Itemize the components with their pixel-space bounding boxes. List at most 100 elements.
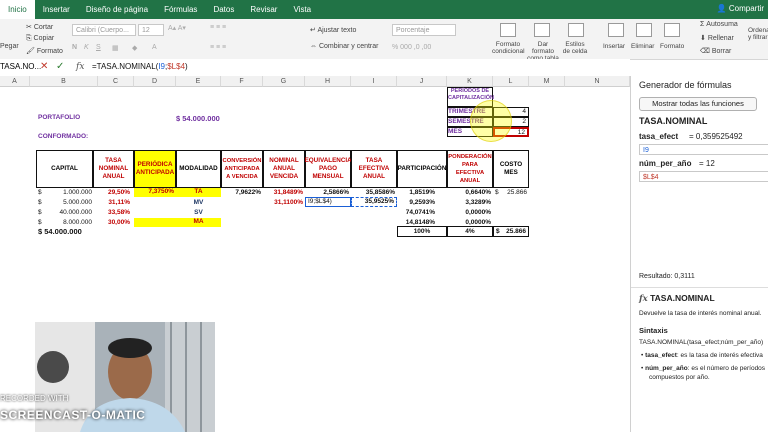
row2-participacion[interactable]: 9,2593% [397, 199, 435, 206]
merge-center-button[interactable]: ⇔ Combinar y centrar [310, 43, 378, 50]
row3-modalidad[interactable]: SV [176, 209, 221, 216]
col-header-f[interactable]: F [221, 76, 263, 87]
row3-ponderacion[interactable]: 0,0000% [447, 209, 491, 216]
row1-modalidad[interactable]: TA [176, 188, 221, 197]
number-buttons[interactable]: % 000 ,0 ,00 [392, 44, 431, 51]
col-header-l[interactable]: L [493, 76, 529, 87]
tab-datos[interactable]: Datos [205, 0, 242, 19]
font-size-select[interactable]: 12 [138, 24, 164, 36]
share-button[interactable]: 👤 Compartir [713, 2, 768, 15]
row2-equivalencia-editing[interactable]: I9;$L$4) [305, 197, 351, 207]
total-capital[interactable]: $ 54.000.000 [38, 227, 82, 236]
tab-formulas[interactable]: Fórmulas [156, 0, 205, 19]
cancel-icon[interactable]: ✕ [40, 61, 48, 73]
row1-costo[interactable]: 25.866 [500, 189, 527, 196]
col-header-d[interactable]: D [134, 76, 176, 87]
row1-equivalencia[interactable]: 2,5866% [305, 189, 349, 196]
total-costo-box[interactable]: $25.866 [493, 226, 529, 237]
arg1-input[interactable]: I9 [639, 144, 768, 155]
row4-participacion[interactable]: 14,8148% [397, 219, 435, 226]
tab-vista[interactable]: Vista [285, 0, 319, 19]
confirm-icon[interactable]: ✓ [56, 61, 64, 73]
italic-button[interactable]: K [84, 44, 89, 51]
row1-capital[interactable]: 1.000.000 [50, 189, 92, 196]
conditional-format-icon[interactable] [500, 23, 516, 37]
sort-filter-button[interactable]: Ordenar y filtrar [748, 27, 768, 41]
row1-periodica[interactable]: 7,3750% [134, 188, 176, 197]
autosum-button[interactable]: Σ Autosuma [700, 21, 738, 28]
col-header-h[interactable]: H [305, 76, 351, 87]
format-cells-icon[interactable] [664, 23, 680, 37]
row2-tasa[interactable]: 31,11% [98, 199, 130, 206]
ribbon-tab-bar: Inicio Insertar Diseño de página Fórmula… [0, 0, 768, 19]
border-icon[interactable]: ▦ [112, 44, 119, 52]
col-header-i[interactable]: I [351, 76, 397, 87]
row2-nominal[interactable]: 31,1100% [263, 199, 303, 206]
col-header-c[interactable]: C [98, 76, 134, 87]
total-ponderacion[interactable]: 4% [447, 226, 493, 237]
bold-button[interactable]: N [72, 44, 77, 51]
row4-tasa[interactable]: 30,00% [98, 219, 130, 226]
cell-styles-icon[interactable] [568, 23, 584, 37]
row1-nominal[interactable]: 31,8489% [263, 189, 303, 196]
font-name-select[interactable]: Calibri (Cuerpo... [72, 24, 136, 36]
arg2-input[interactable]: $L$4 [639, 171, 768, 182]
row2-efectiva[interactable]: 35,9525% [351, 197, 397, 207]
row3-capital[interactable]: 40.000.000 [50, 209, 92, 216]
header-costo-mes: COSTO MES [493, 150, 529, 188]
insert-cells-icon[interactable] [608, 23, 624, 37]
total-participacion[interactable]: 100% [397, 226, 447, 237]
col-header-e[interactable]: E [176, 76, 221, 87]
cut-button[interactable]: ✂ Cortar [26, 23, 53, 31]
row2-modalidad[interactable]: MV [176, 199, 221, 206]
paste-button[interactable]: Pegar [0, 43, 19, 50]
row4-periodica[interactable] [134, 218, 176, 227]
row4-capital[interactable]: 8.000.000 [50, 219, 92, 226]
col-header-n[interactable]: N [565, 76, 630, 87]
align-left-icon[interactable]: ≡ ≡ ≡ [210, 44, 226, 51]
underline-button[interactable]: S [96, 44, 101, 51]
panel-divider [631, 287, 768, 288]
wrap-text-button[interactable]: ↵ Ajustar texto [310, 26, 356, 34]
tab-diseno-pagina[interactable]: Diseño de página [78, 0, 156, 19]
col-header-g[interactable]: G [263, 76, 305, 87]
tab-insertar[interactable]: Insertar [35, 0, 78, 19]
row2-capital[interactable]: 5.000.000 [50, 199, 92, 206]
row4-modalidad[interactable]: MA [176, 218, 221, 227]
syntax-text: TASA.NOMINAL(tasa_efect;núm_per_año) [639, 339, 764, 346]
format-painter-button[interactable]: 🖌 Formato [26, 47, 63, 55]
number-format-select[interactable]: Porcentaje [392, 24, 456, 36]
tab-revisar[interactable]: Revisar [242, 0, 285, 19]
row1-conversion[interactable]: 7,9622% [221, 189, 261, 196]
delete-cells-icon[interactable] [636, 23, 652, 37]
row1-efectiva[interactable]: 35,8586% [351, 189, 395, 196]
row1-ponderacion[interactable]: 0,6640% [447, 189, 491, 196]
fx-icon[interactable]: fx [76, 61, 84, 73]
row2-ponderacion[interactable]: 3,3289% [447, 199, 491, 206]
formula-input[interactable]: =TASA.NOMINAL(I9;$L$4) [92, 61, 188, 73]
col-header-j[interactable]: J [397, 76, 447, 87]
row3-tasa[interactable]: 33,58% [98, 209, 130, 216]
header-equivalencia: EQUIVALENCIA PAGO MENSUAL [305, 150, 352, 188]
col-header-b[interactable]: B [30, 76, 98, 87]
align-top-icon[interactable]: ≡ ≡ ≡ [210, 24, 226, 31]
table-format-icon[interactable] [534, 23, 550, 37]
col-header-a[interactable]: A [0, 76, 30, 87]
col-header-m[interactable]: M [529, 76, 565, 87]
delete-cells-label: Eliminar [631, 43, 655, 50]
row1-tasa[interactable]: 29,50% [98, 189, 130, 196]
fill-button[interactable]: ⬇ Rellenar [700, 34, 734, 42]
tab-inicio[interactable]: Inicio [0, 0, 35, 19]
name-box[interactable]: TASA.NO... [0, 61, 41, 73]
col-header-k[interactable]: K [447, 76, 493, 87]
font-size-buttons[interactable]: A▴ A▾ [168, 24, 186, 32]
clear-button[interactable]: ⌫ Borrar [700, 47, 731, 55]
font-color-icon[interactable]: A [152, 44, 157, 51]
row1-participacion[interactable]: 1,8519% [397, 189, 435, 196]
function-description: Devuelve la tasa de interés nominal anua… [639, 310, 762, 317]
fill-color-icon[interactable]: ◆ [132, 44, 137, 52]
row3-participacion[interactable]: 74,0741% [397, 209, 435, 216]
row4-ponderacion[interactable]: 0,0000% [447, 219, 491, 226]
copy-button[interactable]: ⎘ Copiar [26, 35, 54, 43]
show-all-functions-button[interactable]: Mostrar todas las funciones [639, 97, 757, 111]
